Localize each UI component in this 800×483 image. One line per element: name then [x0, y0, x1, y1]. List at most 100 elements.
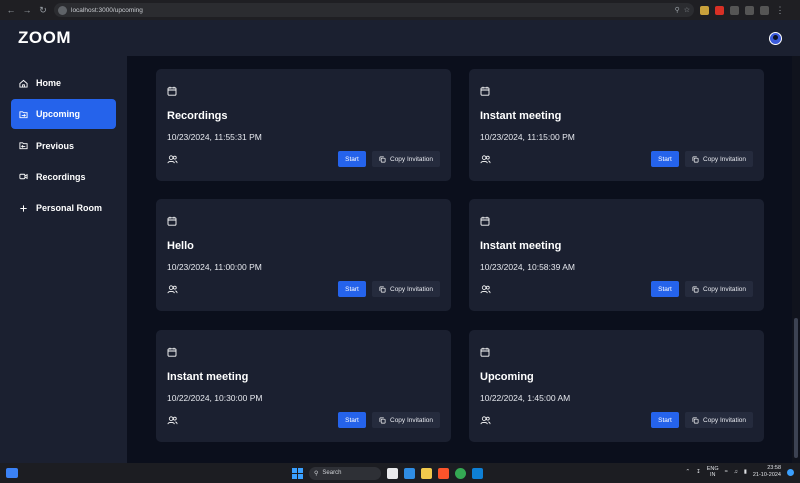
meeting-title: Instant meeting	[167, 371, 249, 383]
task-view-icon[interactable]	[387, 467, 398, 479]
taskbar-search-placeholder: Search	[322, 470, 342, 476]
file-explorer-icon[interactable]	[421, 467, 432, 479]
side-panel-icon[interactable]	[745, 5, 754, 15]
start-button[interactable]: Start	[651, 412, 679, 428]
attendees-icon	[480, 154, 491, 163]
sidebar-item-home[interactable]: Home	[11, 68, 116, 98]
meeting-time: 10/22/2024, 10:30:00 PM	[167, 393, 263, 403]
calendar-icon	[480, 86, 490, 96]
clock-time: 23:58	[767, 465, 781, 471]
extensions-puzzle-icon[interactable]	[730, 5, 739, 15]
copy-invitation-button[interactable]: Copy Invitation	[372, 412, 440, 428]
battery-icon[interactable]: ▮	[744, 469, 747, 475]
back-icon[interactable]: ←	[6, 5, 16, 15]
attendees-icon	[167, 154, 178, 163]
reload-icon[interactable]: ↻	[38, 5, 48, 15]
widgets-icon[interactable]	[6, 468, 18, 478]
brave-browser-icon[interactable]	[438, 467, 449, 479]
download-icon[interactable]: ↧	[696, 469, 701, 475]
folder-upcoming-icon	[19, 111, 28, 118]
vscode-icon[interactable]	[472, 467, 483, 479]
volume-icon[interactable]: ♫	[734, 469, 738, 475]
scrollbar[interactable]	[792, 56, 800, 463]
start-button[interactable]: Start	[338, 412, 366, 428]
copy-invitation-button[interactable]: Copy Invitation	[685, 412, 753, 428]
clock-date: 21-10-2024	[752, 472, 781, 478]
calendar-icon	[480, 347, 490, 357]
browser-toolbar: ← → ↻ localhost:3000/upcoming ⚲ ☆ ⋮	[0, 0, 800, 20]
site-info-icon[interactable]	[58, 5, 67, 15]
scrollbar-thumb[interactable]	[794, 318, 798, 458]
calendar-icon	[167, 216, 177, 226]
sidebar-item-upcoming[interactable]: Upcoming	[11, 99, 116, 130]
meeting-title: Instant meeting	[480, 240, 562, 252]
wifi-icon[interactable]: ≈	[725, 469, 728, 475]
start-button[interactable]: Start	[338, 281, 366, 297]
copy-invitation-label: Copy Invitation	[703, 155, 746, 163]
copilot-icon[interactable]	[404, 467, 415, 479]
region-code: IN	[709, 472, 716, 478]
meeting-time: 10/23/2024, 11:55:31 PM	[167, 132, 262, 142]
attendees-icon	[480, 415, 491, 424]
extension-icon[interactable]	[700, 5, 709, 15]
os-taskbar: ⚲ Search ⌃ ↧ ENG IN ≈ ♫ ▮ 23:58 21-10-20…	[0, 463, 800, 483]
profile-icon[interactable]	[760, 5, 769, 15]
copy-invitation-label: Copy Invitation	[390, 285, 433, 293]
folder-previous-icon	[19, 142, 28, 150]
calendar-icon	[167, 347, 177, 357]
copy-icon	[692, 156, 699, 162]
copy-invitation-label: Copy Invitation	[703, 285, 746, 293]
sidebar: Home Upcoming Previous Recordings Person…	[0, 56, 127, 463]
copy-icon	[692, 286, 699, 292]
avatar[interactable]	[769, 31, 782, 45]
sidebar-item-previous[interactable]: Previous	[11, 131, 116, 161]
attendees-icon	[167, 415, 178, 424]
calendar-icon	[167, 86, 177, 96]
meeting-card: Recordings 10/23/2024, 11:55:31 PM Start…	[156, 69, 451, 181]
windows-start-icon[interactable]	[292, 467, 303, 479]
sidebar-item-personal-room[interactable]: Personal Room	[11, 193, 116, 223]
meeting-card: Hello 10/23/2024, 11:00:00 PM Start Copy…	[156, 199, 451, 311]
copy-invitation-button[interactable]: Copy Invitation	[685, 151, 753, 167]
copy-invitation-button[interactable]: Copy Invitation	[685, 281, 753, 297]
language-indicator[interactable]: ENG IN	[707, 466, 719, 478]
menu-dots-icon[interactable]: ⋮	[775, 5, 785, 15]
clock[interactable]: 23:58 21-10-2024	[753, 465, 781, 479]
video-icon	[19, 174, 28, 180]
copy-invitation-button[interactable]: Copy Invitation	[372, 151, 440, 167]
meeting-title: Upcoming	[480, 371, 534, 383]
meeting-card: Instant meeting 10/22/2024, 10:30:00 PM …	[156, 330, 451, 442]
bookmark-star-icon[interactable]: ☆	[684, 6, 690, 14]
copy-icon	[379, 286, 386, 292]
chrome-icon[interactable]	[455, 467, 466, 479]
start-button[interactable]: Start	[651, 151, 679, 167]
chevron-up-icon[interactable]: ⌃	[686, 469, 691, 475]
sidebar-item-label: Previous	[36, 140, 75, 151]
copy-icon	[379, 156, 386, 162]
copy-invitation-button[interactable]: Copy Invitation	[372, 281, 440, 297]
sidebar-item-recordings[interactable]: Recordings	[11, 162, 116, 192]
forward-icon[interactable]: →	[22, 5, 32, 15]
sidebar-item-label: Personal Room	[36, 203, 103, 214]
copy-invitation-label: Copy Invitation	[703, 416, 746, 424]
start-button[interactable]: Start	[651, 281, 679, 297]
url-text[interactable]: localhost:3000/upcoming	[71, 7, 671, 14]
meeting-card: Instant meeting 10/23/2024, 11:15:00 PM …	[469, 69, 764, 181]
sidebar-item-label: Recordings	[36, 171, 86, 182]
meeting-time: 10/23/2024, 10:58:39 AM	[480, 262, 575, 272]
meeting-card: Instant meeting 10/23/2024, 10:58:39 AM …	[469, 199, 764, 311]
logo[interactable]: ZOOM	[18, 28, 71, 48]
zoom-icon[interactable]: ⚲	[675, 6, 680, 14]
plus-icon	[20, 205, 27, 212]
start-button[interactable]: Start	[338, 151, 366, 167]
copy-icon	[692, 417, 699, 423]
home-icon	[19, 79, 28, 88]
meeting-time: 10/23/2024, 11:00:00 PM	[167, 262, 262, 272]
calendar-icon	[480, 216, 490, 226]
pdf-extension-icon[interactable]	[715, 5, 724, 15]
notification-icon[interactable]	[787, 468, 794, 476]
taskbar-search[interactable]: ⚲ Search	[309, 466, 381, 480]
address-bar[interactable]: localhost:3000/upcoming ⚲ ☆	[54, 3, 694, 17]
meeting-title: Hello	[167, 240, 194, 252]
copy-icon	[379, 417, 386, 423]
